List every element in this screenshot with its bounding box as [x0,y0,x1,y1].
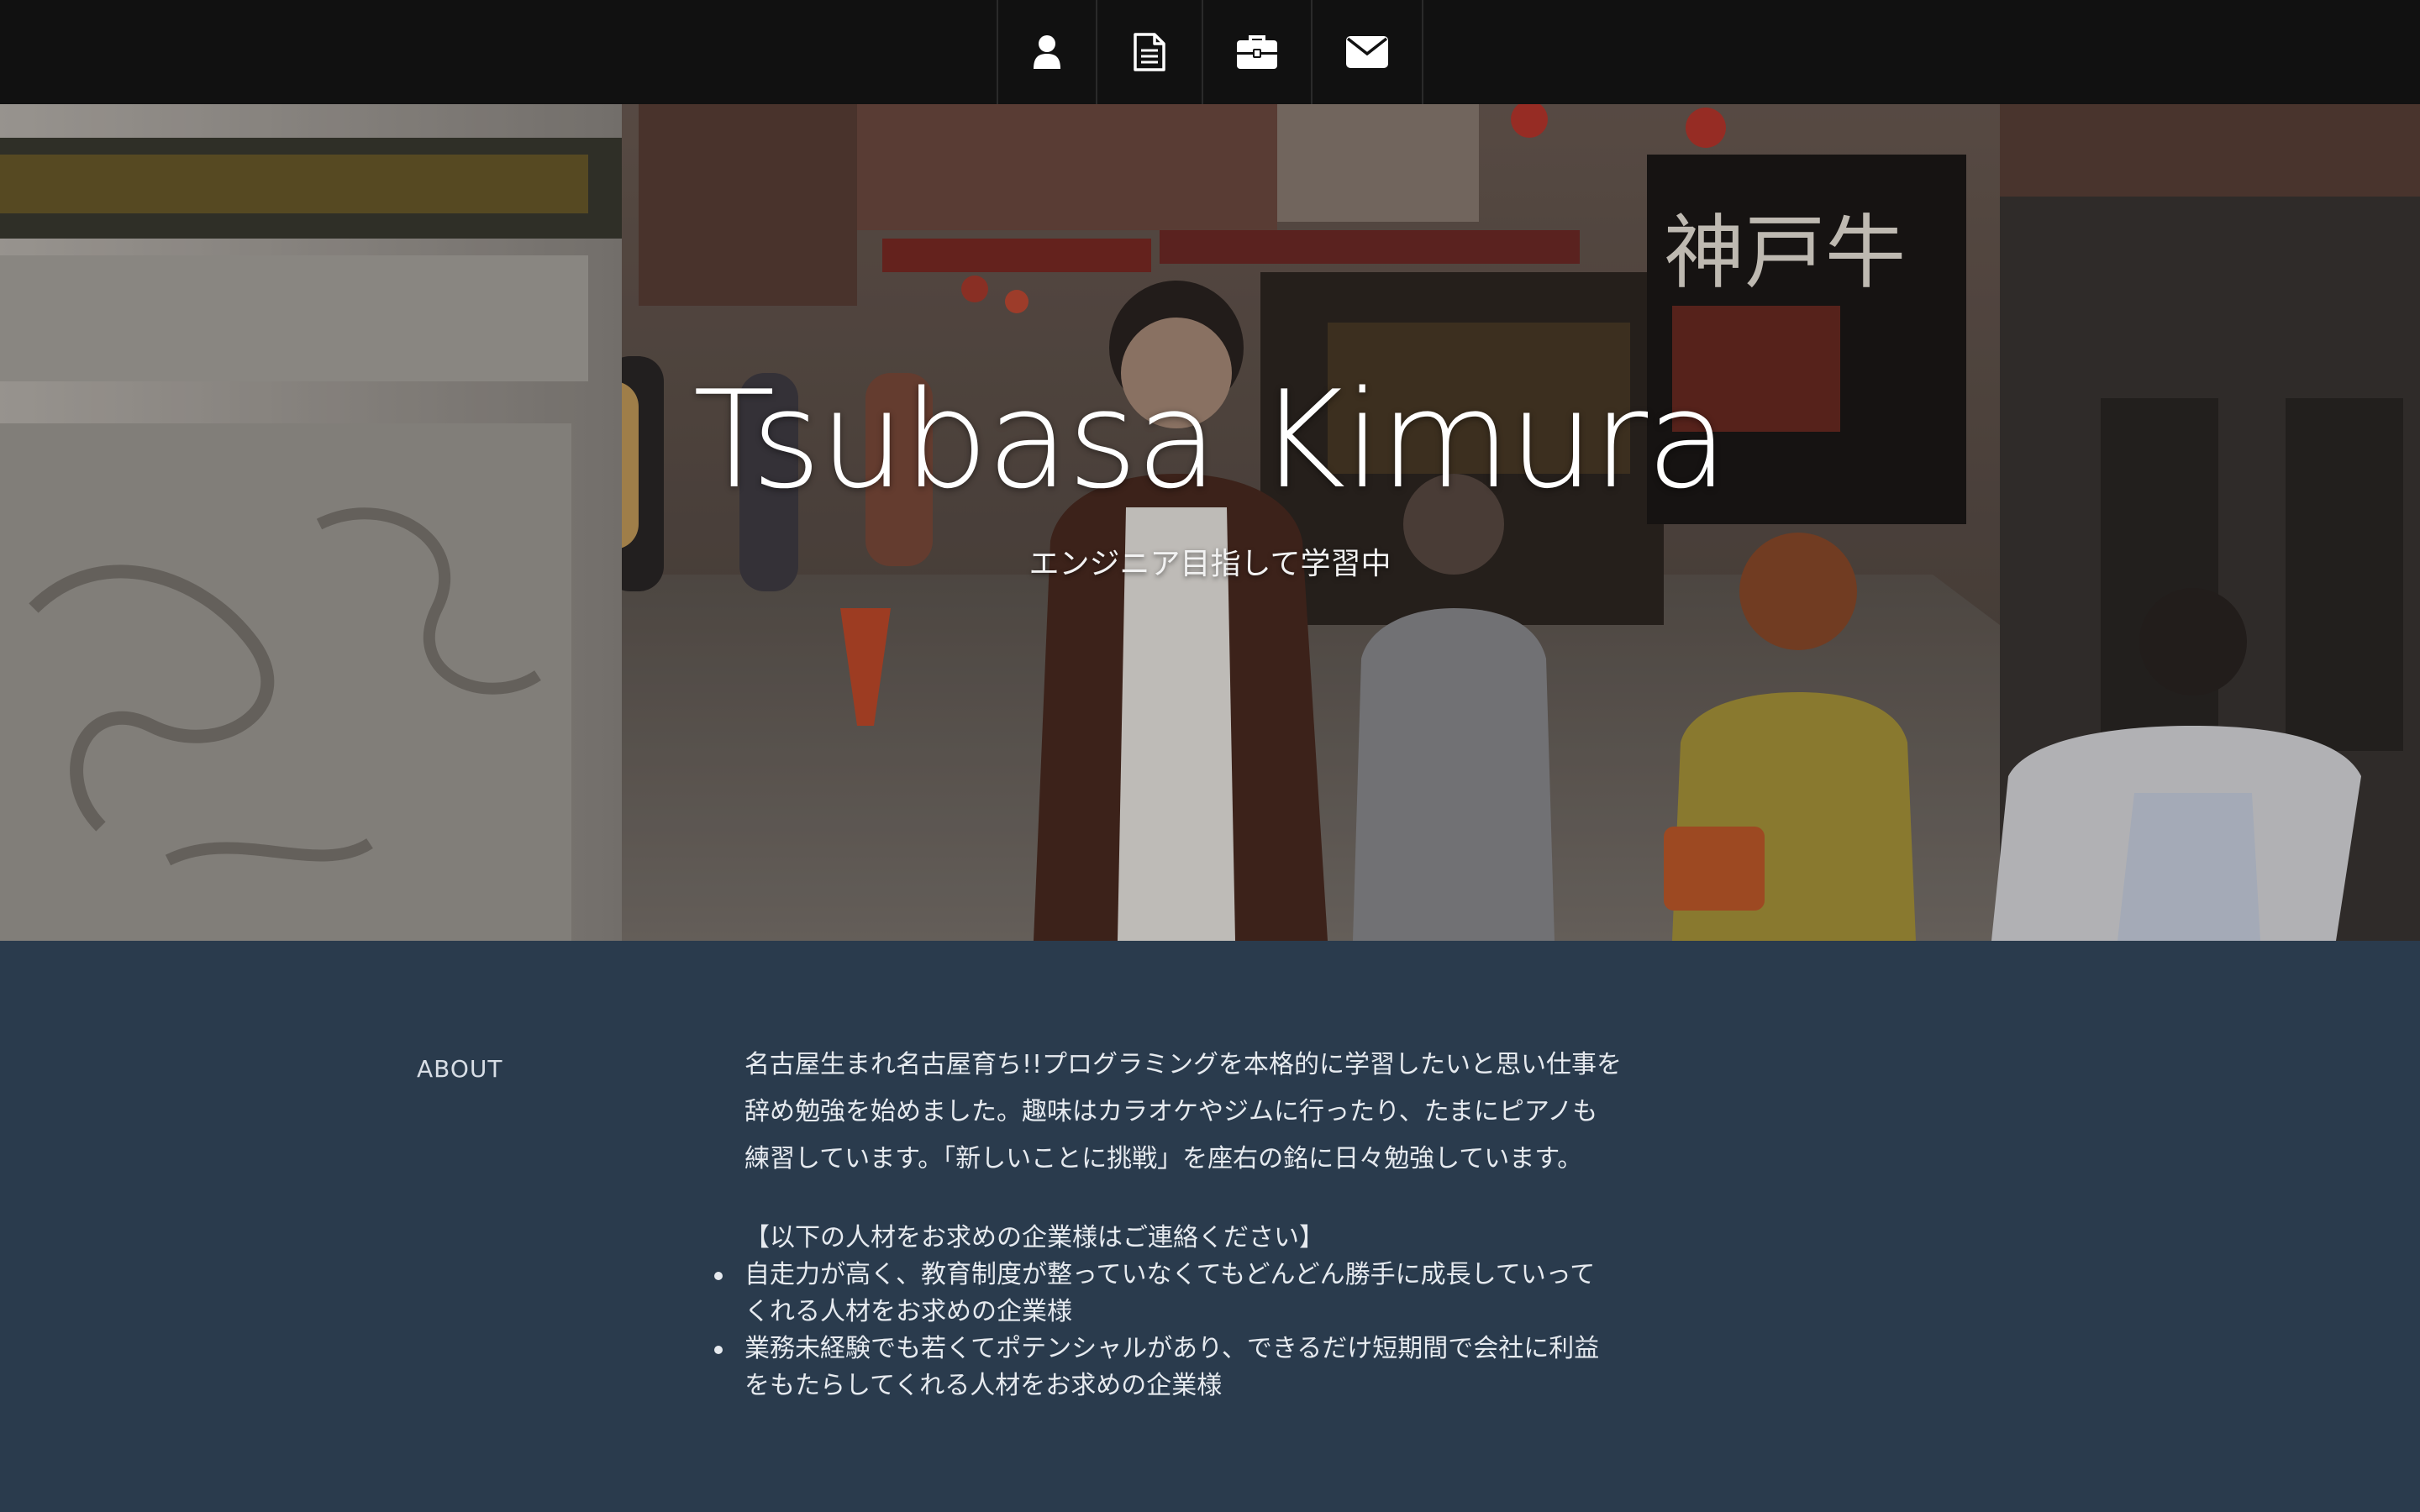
about-label: ABOUT [417,1055,503,1083]
about-section: ABOUT 名古屋生まれ名古屋育ち!!プログラミングを本格的に学習したいと思い仕… [0,941,2420,1512]
nav-item-profile[interactable] [997,0,1096,104]
wanted-list: 自走力が高く、教育制度が整っていなくてもどんどん勝手に成長していって くれる人材… [714,1257,1702,1404]
list-item-line: くれる人材をお求めの企業様 [744,1297,1072,1326]
hero-name-heading: Tsubasa Kimura [692,361,1728,518]
hero-section: 神戸牛 Tsubasa Kimura エンジニア目指して学習中 [0,104,2420,941]
envelope-icon [1346,36,1388,68]
bullet-icon [714,1272,723,1280]
briefcase-icon [1237,35,1277,69]
list-item: 業務未経験でも若くてポテンシャルがあり、できるだけ短期間で会社に利益 をもたらし… [714,1331,1702,1404]
bullet-icon [714,1346,723,1354]
list-item-line: をもたらしてくれる人材をお求めの企業様 [744,1371,1223,1400]
nav-item-works[interactable] [1202,0,1311,104]
nav-icon-bar [997,0,1423,104]
about-body: 名古屋生まれ名古屋育ち!!プログラミングを本格的に学習したいと思い仕事を 辞め勉… [714,1042,1702,1404]
document-icon [1134,33,1165,71]
wanted-heading: 【以下の人材をお求めの企業様はご連絡ください】 [744,1223,1324,1252]
list-item-line: 自走力が高く、教育制度が整っていなくてもどんどん勝手に成長していって [744,1260,1596,1289]
list-item: 自走力が高く、教育制度が整っていなくてもどんどん勝手に成長していって くれる人材… [714,1257,1702,1331]
about-paragraph-line: 名古屋生まれ名古屋育ち!!プログラミングを本格的に学習したいと思い仕事を [744,1050,1623,1079]
about-paragraph-line: 辞め勉強を始めました。趣味はカラオケやジムに行ったり、たまにピアノも [744,1097,1598,1126]
top-navbar [0,0,2420,104]
nav-item-contact[interactable] [1311,0,1423,104]
user-icon [1034,35,1060,69]
hero-subtitle: エンジニア目指して学習中 [1028,547,1392,581]
nav-item-resume[interactable] [1096,0,1202,104]
list-item-line: 業務未経験でも若くてポテンシャルがあり、できるだけ短期間で会社に利益 [744,1334,1600,1363]
about-paragraph-line: 練習しています。「新しいことに挑戦」を座右の銘に日々勉強しています。 [744,1144,1583,1173]
